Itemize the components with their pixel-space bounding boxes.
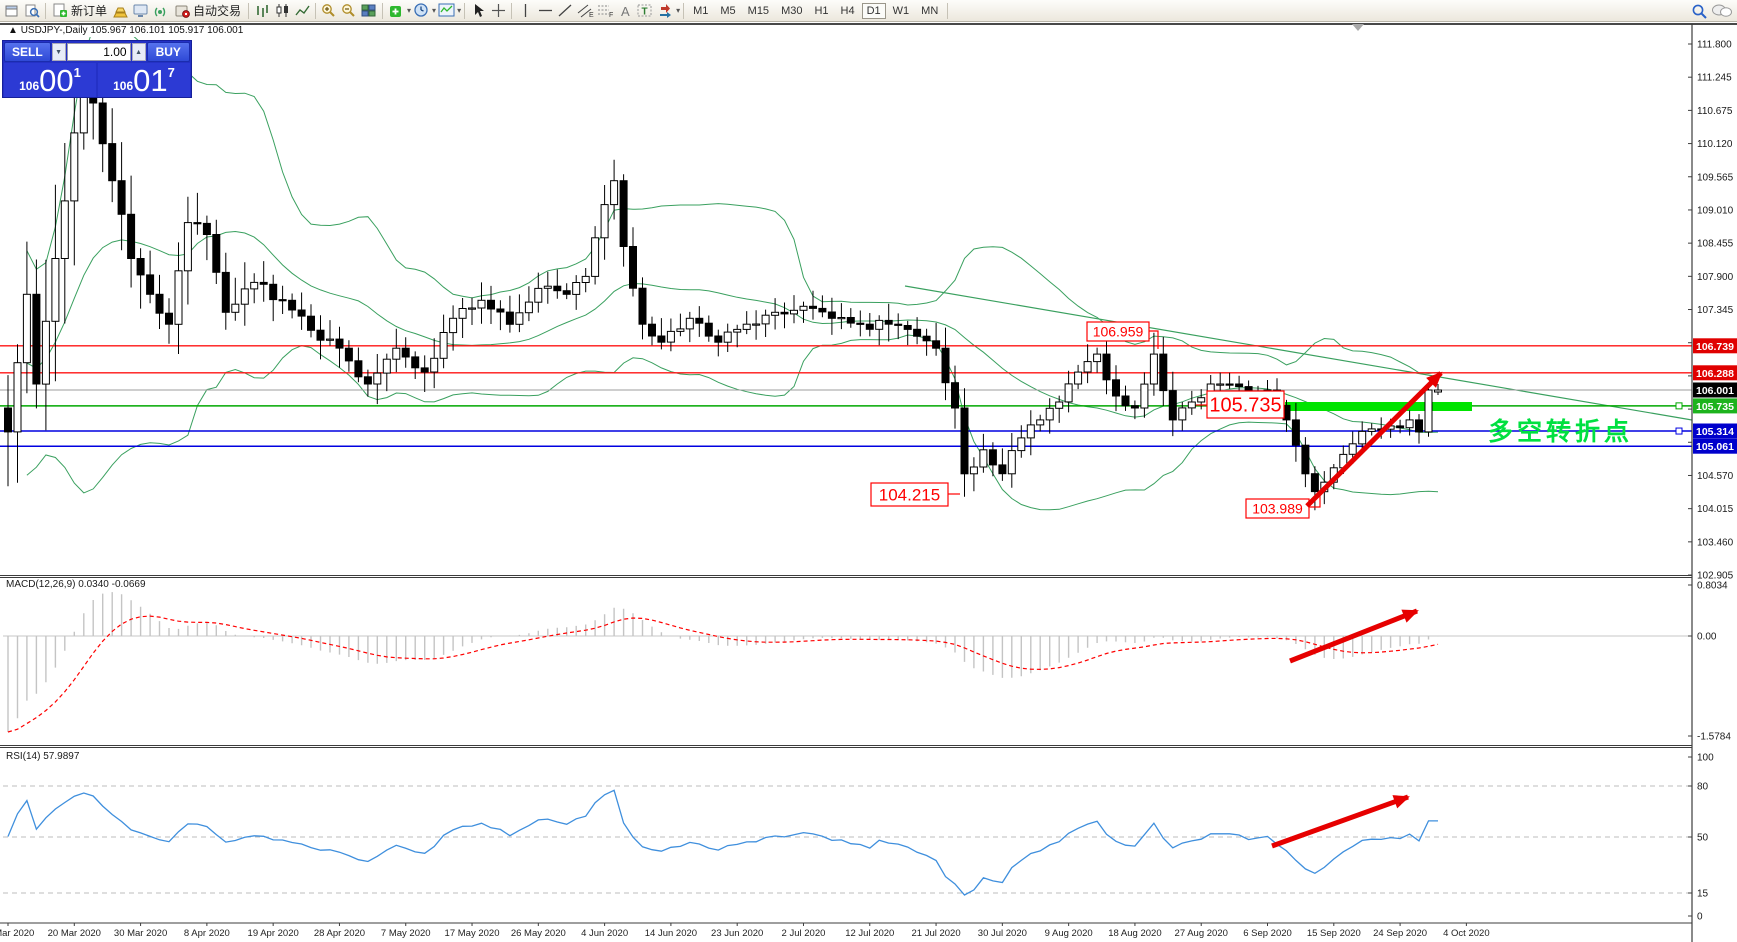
volume-increase-button[interactable]: ▲ bbox=[132, 43, 146, 61]
svg-text:A: A bbox=[621, 4, 630, 18]
arrows-caret[interactable]: ▾ bbox=[676, 6, 680, 15]
template-caret[interactable]: ▾ bbox=[457, 6, 461, 15]
equidistant-channel-tool[interactable]: E bbox=[575, 2, 595, 20]
new-order-label: 新订单 bbox=[71, 2, 107, 19]
timeframe-D1[interactable]: D1 bbox=[862, 3, 886, 19]
horizontal-line-tool[interactable] bbox=[535, 2, 555, 20]
add-indicator-button[interactable] bbox=[386, 2, 406, 20]
toolbar-separator bbox=[45, 3, 46, 19]
signal-icon[interactable] bbox=[151, 2, 171, 20]
timeframe-M15[interactable]: M15 bbox=[743, 3, 774, 19]
terminal-icon[interactable] bbox=[131, 2, 151, 20]
line-chart-icon[interactable] bbox=[292, 2, 312, 20]
timeframe-bar: M1M5M15M30H1H4D1W1MN bbox=[687, 3, 944, 19]
candlestick-chart-icon[interactable] bbox=[272, 2, 292, 20]
chart-window bbox=[0, 23, 1737, 942]
svg-text:T: T bbox=[642, 7, 648, 18]
toolbar-separator bbox=[947, 3, 948, 19]
timeframe-M1[interactable]: M1 bbox=[688, 3, 713, 19]
bar-chart-icon[interactable] bbox=[252, 2, 272, 20]
new-order-icon bbox=[53, 3, 68, 18]
chat-icon[interactable] bbox=[1709, 2, 1735, 20]
toolbar-separator bbox=[248, 3, 249, 19]
toolbar-separator bbox=[511, 3, 512, 19]
cursor-tool[interactable] bbox=[468, 2, 488, 20]
search-icon[interactable] bbox=[1689, 2, 1709, 20]
autotrade-toggle[interactable]: 自动交易 bbox=[171, 2, 245, 20]
sell-price-figure: 106 bbox=[19, 79, 39, 93]
timeframe-H1[interactable]: H1 bbox=[809, 3, 833, 19]
text-label-tool[interactable]: T bbox=[635, 2, 655, 20]
bull-bear-turning-point-note: 多空转折点 bbox=[1488, 412, 1633, 448]
trendline-tool[interactable] bbox=[555, 2, 575, 20]
volume-decrease-button[interactable]: ▼ bbox=[52, 43, 66, 61]
toolbar-separator bbox=[464, 3, 465, 19]
one-click-trading-panel: SELL ▼ ▲ BUY 106001 106017 bbox=[2, 40, 192, 98]
volume-input[interactable] bbox=[67, 43, 131, 61]
toolbar-separator bbox=[315, 3, 316, 19]
zoom-out-button[interactable] bbox=[339, 2, 359, 20]
rsi-label: RSI(14) 57.9897 bbox=[6, 751, 79, 762]
vertical-line-tool[interactable] bbox=[515, 2, 535, 20]
buy-price-display[interactable]: 106017 bbox=[98, 63, 190, 97]
sell-price-big: 00 bbox=[39, 66, 73, 96]
template-button[interactable] bbox=[436, 2, 456, 20]
toolbar-separator bbox=[683, 3, 684, 19]
arrows-tool[interactable] bbox=[655, 2, 675, 20]
buy-button[interactable]: BUY bbox=[147, 42, 190, 62]
fibonacci-tool[interactable]: F bbox=[595, 2, 615, 20]
profile-search-icon[interactable] bbox=[22, 2, 42, 20]
svg-text:F: F bbox=[609, 12, 613, 18]
text-tool[interactable]: A bbox=[615, 2, 635, 20]
macd-label: MACD(12,26,9) 0.0340 -0.0669 bbox=[6, 579, 146, 590]
tile-windows-icon[interactable] bbox=[359, 2, 379, 20]
timeframe-M5[interactable]: M5 bbox=[715, 3, 740, 19]
timeframe-M30[interactable]: M30 bbox=[776, 3, 807, 19]
new-order-button[interactable]: 新订单 bbox=[49, 2, 111, 20]
mt4-terminal: { "toolbar": { "new_order_label": "新订单",… bbox=[0, 0, 1737, 942]
gold-icon[interactable] bbox=[111, 2, 131, 20]
sell-price-pip: 1 bbox=[74, 65, 81, 80]
zoom-in-button[interactable] bbox=[319, 2, 339, 20]
symbol-info-line: ▲ USDJPY-,Daily 105.967 106.101 105.917 … bbox=[8, 25, 243, 36]
symbol-ohlc-text: USDJPY-,Daily 105.967 106.101 105.917 10… bbox=[21, 25, 244, 36]
crosshair-tool[interactable] bbox=[488, 2, 508, 20]
autotrade-label: 自动交易 bbox=[193, 2, 241, 19]
svg-text:E: E bbox=[589, 12, 594, 18]
timeframe-W1[interactable]: W1 bbox=[888, 3, 915, 19]
autotrade-icon bbox=[175, 4, 190, 18]
periods-clock-button[interactable] bbox=[411, 2, 431, 20]
window-collapse-arrow[interactable] bbox=[1352, 24, 1364, 31]
main-toolbar: 新订单 自动交易 ▾ ▾ ▾ E F A T ▾ M1M5M15M30H1H4D… bbox=[0, 0, 1737, 22]
sell-price-display[interactable]: 106001 bbox=[4, 63, 96, 97]
chart-window-icon[interactable] bbox=[2, 2, 22, 20]
sell-button[interactable]: SELL bbox=[4, 42, 51, 62]
buy-price-big: 01 bbox=[133, 66, 167, 96]
toolbar-separator bbox=[382, 3, 383, 19]
buy-price-figure: 106 bbox=[113, 79, 133, 93]
timeframe-H4[interactable]: H4 bbox=[836, 3, 860, 19]
buy-price-pip: 7 bbox=[168, 65, 175, 80]
timeframe-MN[interactable]: MN bbox=[916, 3, 943, 19]
